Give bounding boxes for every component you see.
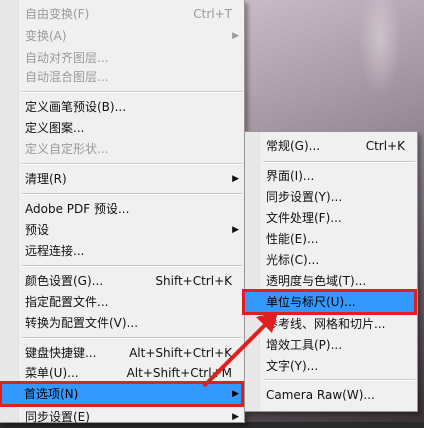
menu-item-label: 清理(R) (25, 172, 67, 186)
menu-separator (22, 91, 242, 93)
menu-separator (22, 337, 242, 339)
menu-item-presets[interactable]: 预设 ▶ (0, 219, 244, 241)
menu-item-label: 预设 (25, 223, 50, 237)
menu-item-shortcut: Shift+Ctrl+K (155, 274, 232, 288)
menu-item-label: Adobe PDF 预设... (25, 202, 130, 216)
menu-item-label: 定义图案... (25, 121, 85, 135)
submenu-arrow-icon: ▶ (232, 412, 239, 422)
menu-item-remote-connections[interactable]: 远程连接... (0, 240, 244, 262)
submenu-item-interface[interactable]: 界面(I)... (245, 165, 417, 187)
submenu-arrow-icon: ▶ (232, 31, 239, 41)
menu-item-label: 转换为配置文件(V)... (25, 316, 139, 330)
menu-item-label: 文字(Y)... (266, 359, 319, 373)
menu-item-label: 颜色设置(G)... (25, 274, 104, 288)
menu-item-convert-to-profile[interactable]: 转换为配置文件(V)... (0, 312, 244, 334)
menu-item-label: 定义画笔预设(B)... (25, 100, 127, 114)
menu-separator (22, 163, 242, 165)
submenu-arrow-icon: ▶ (232, 225, 239, 235)
menu-item-label: Camera Raw(W)... (266, 388, 375, 402)
menu-item-label: 单位与标尺(U)... (266, 295, 356, 309)
menu-item-purge[interactable]: 清理(R) ▶ (0, 168, 244, 190)
menu-item-label: 同步设置(Y)... (266, 190, 343, 204)
menu-item-label: 光标(C)... (266, 253, 320, 267)
menu-item-shortcut: Ctrl+K (365, 139, 405, 153)
menu-item-auto-blend-layers: 自动混合图层... (0, 66, 244, 88)
menu-item-label: 指定配置文件... (25, 295, 109, 309)
menu-item-label: 常规(G)... (266, 139, 321, 153)
menu-item-label: 首选项(N) (24, 387, 79, 401)
submenu-item-sync-settings[interactable]: 同步设置(Y)... (245, 186, 417, 208)
menu-item-label: 性能(E)... (266, 232, 319, 246)
menu-item-label: 自动混合图层... (25, 70, 109, 84)
submenu-item-file-handling[interactable]: 文件处理(F)... (245, 207, 417, 229)
menu-item-label: 文件处理(F)... (266, 211, 342, 225)
menu-item-shortcut: Ctrl+T (193, 7, 232, 21)
menu-item-label: 定义自定形状... (25, 142, 109, 156)
menu-item-label: 键盘快捷键... (25, 346, 97, 360)
submenu-arrow-icon: ▶ (232, 174, 239, 184)
submenu-item-performance[interactable]: 性能(E)... (245, 228, 417, 250)
menu-item-preferences[interactable]: 首选项(N) ▶ (0, 381, 244, 407)
menu-item-color-settings[interactable]: 颜色设置(G)... Shift+Ctrl+K (0, 270, 244, 292)
menu-item-sync-settings[interactable]: 同步设置(E) ▶ (0, 406, 244, 428)
edit-menu: 自由变换(F) Ctrl+T 变换(A) ▶ 自动对齐图层... 自动混合图层.… (0, 0, 245, 424)
menu-item-label: 远程连接... (25, 244, 85, 258)
submenu-item-plug-ins[interactable]: 增效工具(P)... (245, 334, 417, 356)
menu-item-shortcut: Alt+Shift+Ctrl+K (129, 346, 232, 360)
submenu-arrow-icon: ▶ (232, 389, 239, 399)
submenu-item-cursors[interactable]: 光标(C)... (245, 249, 417, 271)
menu-separator (263, 161, 415, 163)
menu-separator (22, 265, 242, 267)
menu-item-label: 变换(A) (25, 29, 67, 43)
menu-separator (263, 379, 415, 381)
menu-item-label: 增效工具(P)... (266, 338, 343, 352)
submenu-item-guides-grid-slices[interactable]: 参考线、网格和切片... (245, 313, 417, 335)
menu-item-assign-profile[interactable]: 指定配置文件... (0, 291, 244, 313)
menu-item-label: 参考线、网格和切片... (266, 317, 386, 331)
submenu-item-type[interactable]: 文字(Y)... (245, 355, 417, 377)
menu-item-define-pattern[interactable]: 定义图案... (0, 117, 244, 139)
menu-item-label: 自由变换(F) (25, 7, 90, 21)
menu-item-label: 界面(I)... (266, 169, 315, 183)
submenu-item-general[interactable]: 常规(G)... Ctrl+K (245, 135, 417, 157)
menu-item-label: 同步设置(E) (25, 410, 90, 424)
menu-item-keyboard-shortcuts[interactable]: 键盘快捷键... Alt+Shift+Ctrl+K (0, 342, 244, 364)
menu-separator (22, 193, 242, 195)
menu-item-define-brush-preset[interactable]: 定义画笔预设(B)... (0, 96, 244, 118)
menu-item-adobe-pdf-presets[interactable]: Adobe PDF 预设... (0, 198, 244, 220)
menu-item-define-custom-shape: 定义自定形状... (0, 138, 244, 160)
menu-item-free-transform: 自由变换(F) Ctrl+T (0, 3, 244, 25)
submenu-item-camera-raw[interactable]: Camera Raw(W)... (245, 384, 417, 406)
preferences-submenu: 常规(G)... Ctrl+K 界面(I)... 同步设置(Y)... 文件处理… (242, 131, 418, 412)
menu-item-transform: 变换(A) ▶ (0, 25, 244, 47)
submenu-item-units-rulers[interactable]: 单位与标尺(U)... (242, 289, 417, 315)
